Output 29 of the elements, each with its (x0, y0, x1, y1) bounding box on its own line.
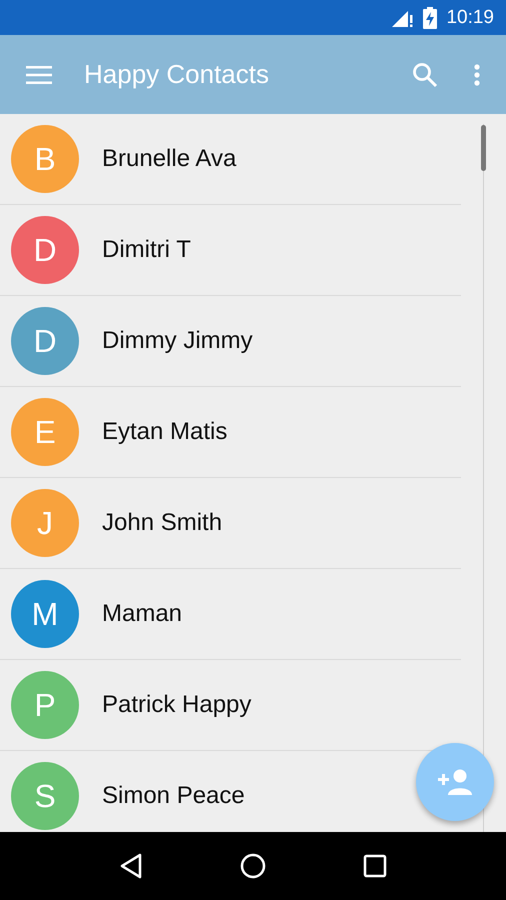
status-time: 10:19 (446, 6, 494, 28)
contact-name: Patrick Happy (102, 691, 252, 719)
add-contact-button[interactable] (416, 743, 494, 821)
contact-avatar: P (11, 671, 79, 739)
more-options-icon[interactable] (474, 64, 480, 86)
contact-name: Maman (102, 600, 182, 628)
contact-avatar: E (11, 398, 79, 466)
contact-name: Simon Peace (102, 782, 245, 810)
contact-name: John Smith (102, 509, 222, 537)
home-icon[interactable] (240, 853, 266, 879)
contact-avatar: M (11, 580, 79, 648)
contact-name: Brunelle Ava (102, 145, 236, 173)
back-icon[interactable] (118, 853, 143, 879)
battery-icon (423, 6, 438, 28)
contact-name: Dimitri T (102, 236, 191, 264)
recents-icon[interactable] (363, 854, 388, 878)
contact-name: Dimmy Jimmy (102, 327, 253, 355)
app-title: Happy Contacts (84, 59, 270, 90)
contact-avatar: B (11, 125, 79, 193)
contact-avatar: S (11, 762, 79, 830)
contact-avatar: D (11, 216, 79, 284)
scrollbar-thumb (481, 125, 486, 171)
contact-name: Eytan Matis (102, 418, 228, 446)
add-person-icon (438, 769, 472, 795)
signal-icon (392, 8, 414, 26)
search-icon[interactable] (412, 62, 438, 88)
contact-avatar: D (11, 307, 79, 375)
contact-avatar: J (11, 489, 79, 557)
menu-icon[interactable] (26, 66, 52, 84)
